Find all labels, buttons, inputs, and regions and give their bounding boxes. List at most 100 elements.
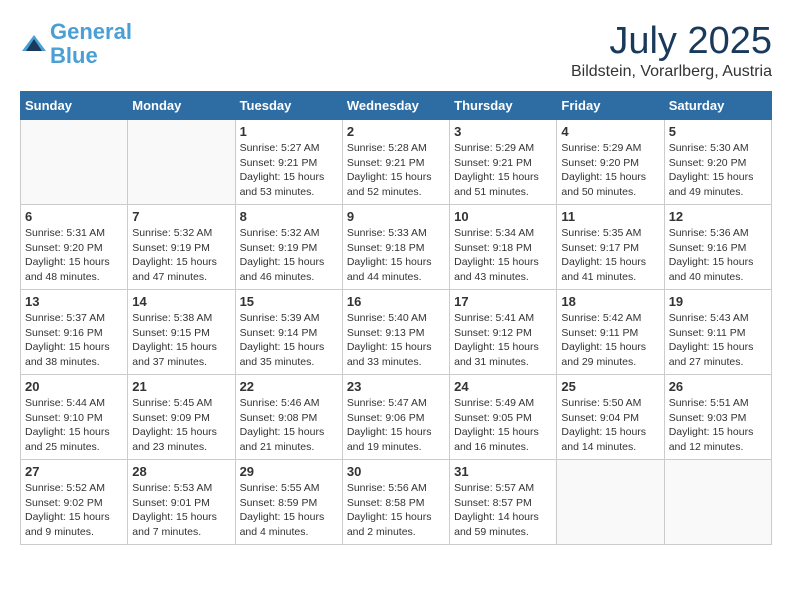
calendar-cell: 23 Sunrise: 5:47 AMSunset: 9:06 PMDayligh… (342, 375, 449, 460)
weekday-header-row: SundayMondayTuesdayWednesdayThursdayFrid… (21, 92, 772, 120)
day-info: Sunrise: 5:44 AMSunset: 9:10 PMDaylight:… (25, 396, 123, 455)
day-info: Sunrise: 5:30 AMSunset: 9:20 PMDaylight:… (669, 141, 767, 200)
calendar-cell: 25 Sunrise: 5:50 AMSunset: 9:04 PMDayligh… (557, 375, 664, 460)
logo-line2: Blue (50, 43, 98, 68)
calendar-cell: 30 Sunrise: 5:56 AMSunset: 8:58 PMDayligh… (342, 460, 449, 545)
calendar-cell: 21Sunrise: 5:45 AMSunset: 9:09 PMDayligh… (128, 375, 235, 460)
day-number: 31 (454, 464, 552, 479)
weekday-header-saturday: Saturday (664, 92, 771, 120)
day-info: Sunrise: 5:53 AMSunset: 9:01 PMDaylight:… (132, 481, 230, 540)
day-number: 24 (454, 379, 552, 394)
day-number: 18 (561, 294, 659, 309)
calendar-cell: 14 Sunrise: 5:38 AMSunset: 9:15 PMDayligh… (128, 290, 235, 375)
day-number: 30 (347, 464, 445, 479)
day-number: 17 (454, 294, 552, 309)
day-info: Sunrise: 5:27 AMSunset: 9:21 PMDaylight:… (240, 141, 338, 200)
day-number: 25 (561, 379, 659, 394)
calendar-cell: 31 Sunrise: 5:57 AMSunset: 8:57 PMDayligh… (450, 460, 557, 545)
logo: General Blue (20, 20, 132, 68)
calendar-cell: 9Sunrise: 5:33 AMSunset: 9:18 PMDaylight… (342, 205, 449, 290)
day-number: 22 (240, 379, 338, 394)
calendar-cell: 2Sunrise: 5:28 AMSunset: 9:21 PMDaylight… (342, 120, 449, 205)
day-number: 1 (240, 124, 338, 139)
day-number: 16 (347, 294, 445, 309)
calendar-week-3: 13 Sunrise: 5:37 AMSunset: 9:16 PMDayligh… (21, 290, 772, 375)
day-number: 3 (454, 124, 552, 139)
day-info: Sunrise: 5:37 AMSunset: 9:16 PMDaylight:… (25, 311, 123, 370)
day-number: 13 (25, 294, 123, 309)
day-number: 7 (132, 209, 230, 224)
day-number: 14 (132, 294, 230, 309)
weekday-header-monday: Monday (128, 92, 235, 120)
calendar-cell: 27 Sunrise: 5:52 AMSunset: 9:02 PMDayligh… (21, 460, 128, 545)
day-number: 29 (240, 464, 338, 479)
day-info: Sunrise: 5:42 AMSunset: 9:11 PMDaylight:… (561, 311, 659, 370)
calendar-week-4: 20 Sunrise: 5:44 AMSunset: 9:10 PMDayligh… (21, 375, 772, 460)
day-info: Sunrise: 5:31 AMSunset: 9:20 PMDaylight:… (25, 226, 123, 285)
calendar-cell: 20 Sunrise: 5:44 AMSunset: 9:10 PMDayligh… (21, 375, 128, 460)
day-info: Sunrise: 5:40 AMSunset: 9:13 PMDaylight:… (347, 311, 445, 370)
day-info: Sunrise: 5:38 AMSunset: 9:15 PMDaylight:… (132, 311, 230, 370)
day-info: Sunrise: 5:33 AMSunset: 9:18 PMDaylight:… (347, 226, 445, 285)
day-info: Sunrise: 5:43 AMSunset: 9:11 PMDaylight:… (669, 311, 767, 370)
calendar-cell: 24Sunrise: 5:49 AMSunset: 9:05 PMDayligh… (450, 375, 557, 460)
calendar-cell: 4Sunrise: 5:29 AMSunset: 9:20 PMDaylight… (557, 120, 664, 205)
day-info: Sunrise: 5:39 AMSunset: 9:14 PMDaylight:… (240, 311, 338, 370)
calendar-cell: 3Sunrise: 5:29 AMSunset: 9:21 PMDaylight… (450, 120, 557, 205)
location-title: Bildstein, Vorarlberg, Austria (571, 63, 772, 81)
day-info: Sunrise: 5:32 AMSunset: 9:19 PMDaylight:… (240, 226, 338, 285)
title-block: July 2025 Bildstein, Vorarlberg, Austria (571, 20, 772, 81)
day-number: 23 (347, 379, 445, 394)
calendar-cell: 1 Sunrise: 5:27 AMSunset: 9:21 PMDaylight… (235, 120, 342, 205)
day-info: Sunrise: 5:35 AMSunset: 9:17 PMDaylight:… (561, 226, 659, 285)
calendar-cell (664, 460, 771, 545)
day-number: 19 (669, 294, 767, 309)
day-number: 28 (132, 464, 230, 479)
day-number: 27 (25, 464, 123, 479)
day-info: Sunrise: 5:45 AMSunset: 9:09 PMDaylight:… (132, 396, 230, 455)
day-info: Sunrise: 5:36 AMSunset: 9:16 PMDaylight:… (669, 226, 767, 285)
calendar-cell: 10Sunrise: 5:34 AMSunset: 9:18 PMDayligh… (450, 205, 557, 290)
weekday-header-sunday: Sunday (21, 92, 128, 120)
day-number: 6 (25, 209, 123, 224)
calendar-week-5: 27 Sunrise: 5:52 AMSunset: 9:02 PMDayligh… (21, 460, 772, 545)
calendar-cell: 12 Sunrise: 5:36 AMSunset: 9:16 PMDayligh… (664, 205, 771, 290)
day-info: Sunrise: 5:55 AMSunset: 8:59 PMDaylight:… (240, 481, 338, 540)
weekday-header-wednesday: Wednesday (342, 92, 449, 120)
calendar-cell: 13 Sunrise: 5:37 AMSunset: 9:16 PMDayligh… (21, 290, 128, 375)
day-number: 8 (240, 209, 338, 224)
calendar-cell: 17 Sunrise: 5:41 AMSunset: 9:12 PMDayligh… (450, 290, 557, 375)
day-number: 12 (669, 209, 767, 224)
logo-icon (20, 33, 48, 55)
day-number: 20 (25, 379, 123, 394)
calendar-cell: 19 Sunrise: 5:43 AMSunset: 9:11 PMDayligh… (664, 290, 771, 375)
calendar-cell: 6 Sunrise: 5:31 AMSunset: 9:20 PMDaylight… (21, 205, 128, 290)
day-number: 10 (454, 209, 552, 224)
day-info: Sunrise: 5:57 AMSunset: 8:57 PMDaylight:… (454, 481, 552, 540)
day-number: 11 (561, 209, 659, 224)
day-number: 15 (240, 294, 338, 309)
day-info: Sunrise: 5:56 AMSunset: 8:58 PMDaylight:… (347, 481, 445, 540)
calendar-cell: 11 Sunrise: 5:35 AMSunset: 9:17 PMDayligh… (557, 205, 664, 290)
calendar-cell (128, 120, 235, 205)
calendar-cell: 15 Sunrise: 5:39 AMSunset: 9:14 PMDayligh… (235, 290, 342, 375)
day-info: Sunrise: 5:47 AMSunset: 9:06 PMDaylight:… (347, 396, 445, 455)
calendar-cell: 16 Sunrise: 5:40 AMSunset: 9:13 PMDayligh… (342, 290, 449, 375)
calendar-cell: 28 Sunrise: 5:53 AMSunset: 9:01 PMDayligh… (128, 460, 235, 545)
day-info: Sunrise: 5:51 AMSunset: 9:03 PMDaylight:… (669, 396, 767, 455)
page-header: General Blue July 2025 Bildstein, Vorarl… (20, 20, 772, 81)
day-info: Sunrise: 5:52 AMSunset: 9:02 PMDaylight:… (25, 481, 123, 540)
day-number: 26 (669, 379, 767, 394)
day-info: Sunrise: 5:41 AMSunset: 9:12 PMDaylight:… (454, 311, 552, 370)
calendar-cell: 7Sunrise: 5:32 AMSunset: 9:19 PMDaylight… (128, 205, 235, 290)
calendar-week-2: 6 Sunrise: 5:31 AMSunset: 9:20 PMDaylight… (21, 205, 772, 290)
day-info: Sunrise: 5:50 AMSunset: 9:04 PMDaylight:… (561, 396, 659, 455)
calendar-week-1: 1 Sunrise: 5:27 AMSunset: 9:21 PMDaylight… (21, 120, 772, 205)
day-number: 4 (561, 124, 659, 139)
day-number: 5 (669, 124, 767, 139)
calendar-cell: 5 Sunrise: 5:30 AMSunset: 9:20 PMDaylight… (664, 120, 771, 205)
logo-text: General Blue (50, 20, 132, 68)
logo-line1: General (50, 19, 132, 44)
weekday-header-friday: Friday (557, 92, 664, 120)
calendar-cell: 22Sunrise: 5:46 AMSunset: 9:08 PMDayligh… (235, 375, 342, 460)
